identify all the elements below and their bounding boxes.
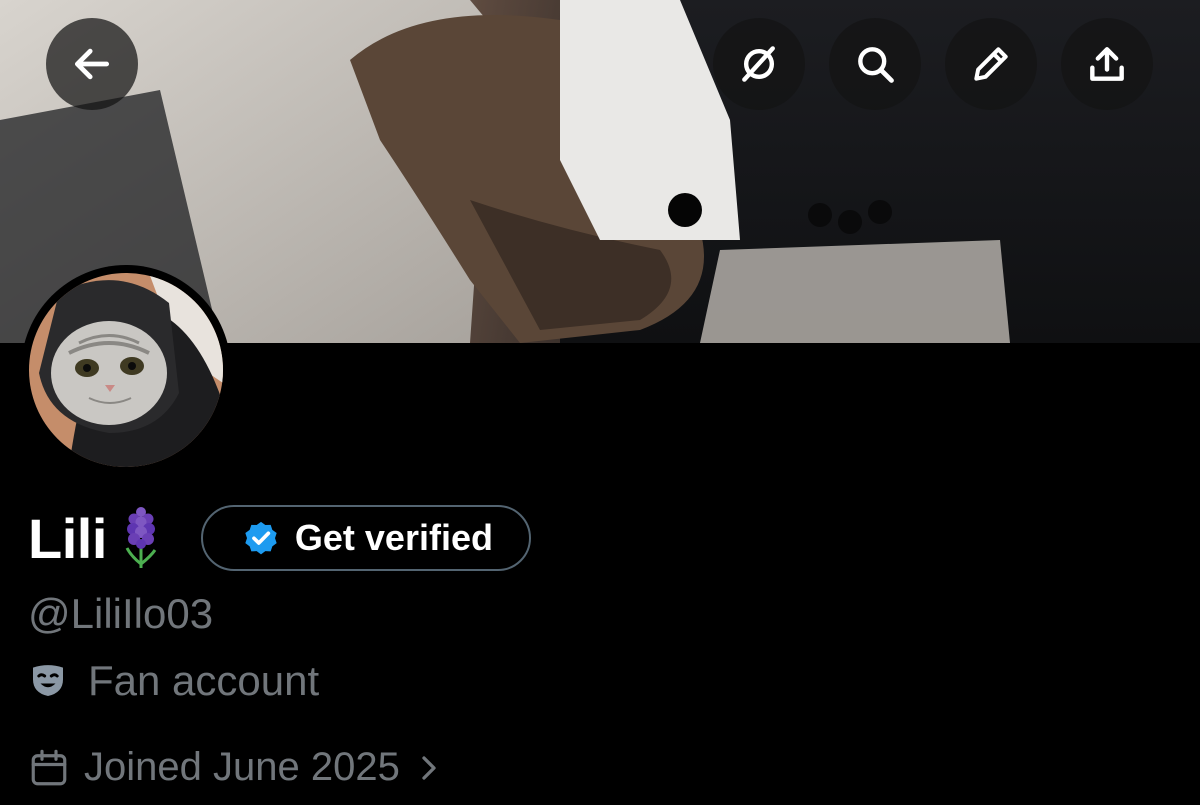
chevron-right-icon <box>422 755 436 780</box>
arrow-left-icon <box>74 48 110 80</box>
performing-arts-icon <box>33 665 63 696</box>
joined-date: Joined June 2025 <box>84 745 400 789</box>
search-icon <box>858 47 894 83</box>
name-row: Lili Get verified <box>28 505 531 571</box>
category-label: Fan account <box>88 657 320 704</box>
grok-button[interactable] <box>713 18 805 110</box>
get-verified-label: Get verified <box>294 517 493 558</box>
verified-badge-icon <box>245 521 277 555</box>
edit-button[interactable] <box>945 18 1037 110</box>
search-button[interactable] <box>829 18 921 110</box>
avatar-image <box>29 273 223 467</box>
edit-icon <box>974 47 1008 81</box>
avatar[interactable] <box>21 265 231 475</box>
share-icon <box>1090 47 1124 81</box>
share-button[interactable] <box>1061 18 1153 110</box>
profile-category: Fan account <box>28 657 319 705</box>
back-button[interactable] <box>46 18 138 110</box>
user-handle: @LiliIlo03 <box>28 590 214 637</box>
hyacinth-emoji-icon <box>125 507 157 568</box>
calendar-icon <box>31 749 67 785</box>
cat-avatar-picture <box>29 273 223 467</box>
joined-date-link[interactable]: Joined June 2025 <box>28 745 444 790</box>
display-name: Lili <box>28 506 107 570</box>
get-verified-button[interactable]: Get verified <box>200 505 531 571</box>
grok-icon <box>742 46 775 82</box>
